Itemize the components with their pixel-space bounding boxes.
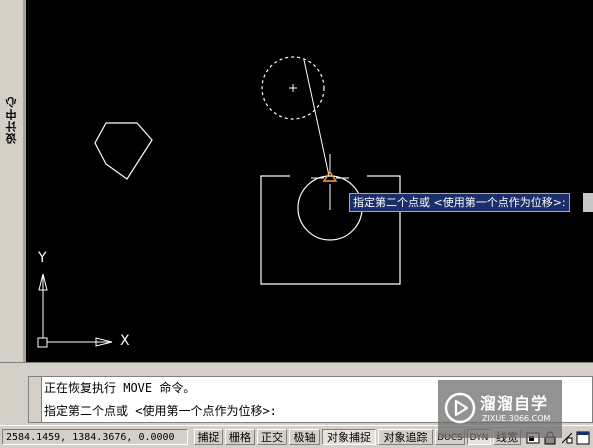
ucs-y-label: Y [38, 250, 47, 266]
dynamic-input-field[interactable] [583, 193, 593, 212]
polar-toggle[interactable]: 极轴 [289, 429, 320, 445]
dynamic-input-tooltip: 指定第二个点或 <使用第一个点作为位移>: [349, 193, 570, 212]
ucs-icon [37, 273, 113, 348]
otrack-toggle[interactable]: 对象追踪 [378, 429, 433, 445]
watermark-url: ZIXUE.3066.COM [482, 414, 551, 423]
design-center-strip[interactable]: 设计中心 [0, 0, 27, 362]
ortho-toggle[interactable]: 正交 [257, 429, 287, 445]
grid-toggle[interactable]: 栅格 [225, 429, 255, 445]
cad-window: 设计中心 Y X 指定第二个点或 <使用第一个点作为位移>: 正在恢复执行 MO… [0, 0, 593, 448]
rubber-band-line [303, 59, 330, 177]
watermark-name: 溜溜自学 [480, 394, 549, 413]
crosshair-cursor [311, 154, 349, 210]
command-history-line: 正在恢复执行 MOVE 命令。 [44, 381, 196, 395]
hexagon [94, 122, 153, 180]
play-logo-icon [444, 392, 476, 428]
watermark: 溜溜自学 ZIXUE.3066.COM [438, 380, 562, 438]
center-cross [289, 84, 297, 92]
command-gutter [29, 377, 42, 422]
drawing-entities [37, 56, 401, 348]
snap-toggle[interactable]: 捕捉 [194, 429, 223, 445]
annotation-scale-icon[interactable] [560, 430, 574, 444]
clean-screen-icon[interactable] [576, 430, 590, 445]
ucs-x-label: X [120, 333, 130, 349]
window-separator[interactable] [0, 362, 593, 377]
drawing-canvas[interactable]: Y X [26, 0, 593, 362]
coordinate-readout[interactable]: 2584.1459, 1384.3676, 0.0000 [2, 429, 188, 445]
command-prompt-line[interactable]: 指定第二个点或 <使用第一个点作为位移>: [44, 402, 277, 419]
osnap-toggle[interactable]: 对象捕捉 [322, 429, 376, 445]
design-center-label: 设计中心 [5, 96, 18, 144]
